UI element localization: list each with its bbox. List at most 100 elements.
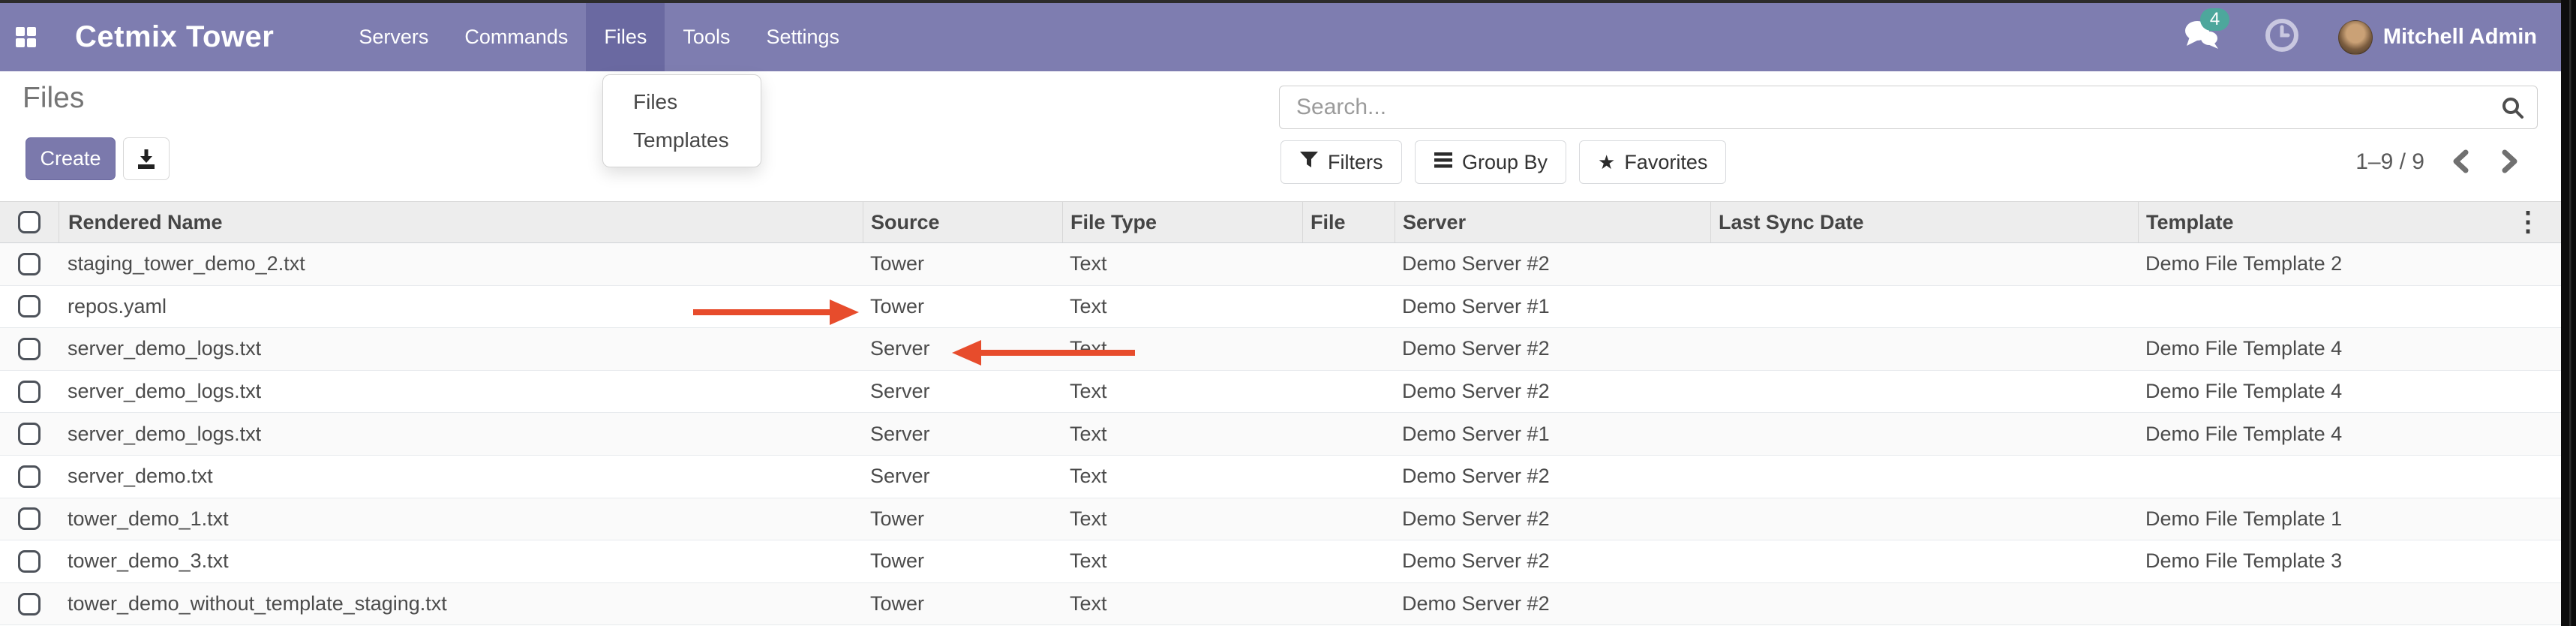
cell-source: Server — [863, 337, 1062, 360]
column-header-file_type[interactable]: File Type — [1062, 202, 1302, 242]
download-icon — [135, 148, 158, 170]
cell-file_type: Text — [1062, 295, 1302, 318]
messages-count-badge: 4 — [2200, 8, 2229, 31]
cell-name: server_demo_logs.txt — [59, 423, 863, 446]
cell-name: tower_demo_3.txt — [59, 549, 863, 573]
dropdown-item-templates[interactable]: Templates — [603, 121, 761, 159]
column-header-name[interactable]: Rendered Name — [59, 202, 863, 242]
cell-template: Demo File Template 4 — [2138, 423, 2561, 446]
row-checkbox[interactable] — [18, 253, 41, 275]
table-row[interactable]: tower_demo_1.txtTowerTextDemo Server #2D… — [0, 498, 2561, 541]
window-scrollbar-edge[interactable] — [2561, 0, 2576, 626]
cell-file_type: Text — [1062, 423, 1302, 446]
activities-icon[interactable] — [2265, 18, 2299, 56]
nav-item-files[interactable]: Files — [586, 3, 665, 71]
row-checkbox[interactable] — [18, 507, 41, 530]
table-row[interactable]: server_demo.txtServerTextDemo Server #2 — [0, 456, 2561, 498]
nav-item-servers[interactable]: Servers — [341, 3, 446, 71]
table-row[interactable]: repos.yamlTowerTextDemo Server #1 — [0, 286, 2561, 329]
apps-menu-icon[interactable] — [16, 27, 36, 47]
cell-name: server_demo_logs.txt — [59, 380, 863, 403]
cell-source: Tower — [863, 592, 1062, 615]
star-icon: ★ — [1598, 151, 1615, 174]
control-panel: Files Create Filters Group By ★ Favorites 1… — [0, 71, 2576, 201]
create-button[interactable]: Create — [26, 137, 116, 180]
export-button[interactable] — [123, 137, 170, 180]
row-checkbox[interactable] — [18, 381, 41, 403]
favorites-button[interactable]: ★ Favorites — [1579, 140, 1726, 184]
table-row[interactable]: server_demo_logs.txtServerTextDemo Serve… — [0, 371, 2561, 414]
main-menu: ServersCommandsFilesToolsSettings — [341, 3, 857, 71]
table-row[interactable]: server_demo_logs.txtServerTextDemo Serve… — [0, 328, 2561, 371]
row-checkbox-cell — [0, 295, 59, 318]
cell-template: Demo File Template 4 — [2138, 380, 2561, 403]
pager-previous-button[interactable] — [2447, 146, 2474, 179]
row-checkbox[interactable] — [18, 550, 41, 573]
cell-source: Tower — [863, 549, 1062, 573]
cell-file_type: Text — [1062, 380, 1302, 403]
row-checkbox-cell — [0, 338, 59, 360]
cell-template: Demo File Template 2 — [2138, 252, 2561, 275]
pager-range: 1–9 / 9 — [2355, 149, 2424, 175]
row-checkbox[interactable] — [18, 295, 41, 318]
app-brand[interactable]: Cetmix Tower — [75, 20, 274, 54]
cell-server: Demo Server #2 — [1395, 465, 1710, 488]
nav-item-tools[interactable]: Tools — [665, 3, 748, 71]
column-header-last_sync[interactable]: Last Sync Date — [1710, 202, 2138, 242]
cell-server: Demo Server #1 — [1395, 295, 1710, 318]
button-label: Filters — [1328, 151, 1383, 174]
dropdown-item-files[interactable]: Files — [603, 83, 761, 121]
top-navbar: Cetmix Tower ServersCommandsFilesToolsSe… — [0, 3, 2576, 71]
pager-next-button[interactable] — [2496, 146, 2523, 179]
column-header-file[interactable]: File — [1302, 202, 1395, 242]
row-checkbox-cell — [0, 381, 59, 403]
cell-file_type: Text — [1062, 337, 1302, 360]
row-checkbox-cell — [0, 550, 59, 573]
messages-icon[interactable]: 4 — [2182, 17, 2221, 57]
select-all-cell — [0, 202, 59, 242]
filters-button[interactable]: Filters — [1280, 140, 1402, 184]
cell-file_type: Text — [1062, 549, 1302, 573]
button-label: Favorites — [1624, 151, 1707, 174]
row-checkbox-cell — [0, 423, 59, 445]
cell-file_type: Text — [1062, 507, 1302, 531]
pager: 1–9 / 9 — [2355, 140, 2523, 184]
cell-name: repos.yaml — [59, 295, 863, 318]
funnel-icon — [1299, 150, 1319, 175]
column-header-source[interactable]: Source — [863, 202, 1062, 242]
select-all-checkbox[interactable] — [18, 211, 41, 233]
cell-name: staging_tower_demo_2.txt — [59, 252, 863, 275]
search-input[interactable] — [1279, 86, 2538, 129]
column-header-server[interactable]: Server — [1395, 202, 1710, 242]
cell-file_type: Text — [1062, 252, 1302, 275]
row-checkbox[interactable] — [18, 423, 41, 445]
user-avatar[interactable] — [2338, 20, 2373, 55]
table-header-row: Rendered NameSourceFile TypeFileServerLa… — [0, 201, 2561, 243]
cell-file_type: Text — [1062, 592, 1302, 615]
nav-item-settings[interactable]: Settings — [748, 3, 857, 71]
table-row[interactable]: tower_demo_without_template_staging.txtT… — [0, 583, 2561, 626]
group-by-button[interactable]: Group By — [1415, 140, 1566, 184]
table-row[interactable]: tower_demo_3.txtTowerTextDemo Server #2D… — [0, 540, 2561, 583]
column-header-template[interactable]: Template — [2138, 202, 2561, 242]
search-icon[interactable] — [2500, 95, 2526, 125]
row-checkbox[interactable] — [18, 465, 41, 488]
row-checkbox[interactable] — [18, 338, 41, 360]
cell-name: tower_demo_1.txt — [59, 507, 863, 531]
table-row[interactable]: staging_tower_demo_2.txtTowerTextDemo Se… — [0, 243, 2561, 286]
cell-source: Server — [863, 380, 1062, 403]
user-menu[interactable]: Mitchell Admin — [2383, 25, 2537, 50]
nav-item-commands[interactable]: Commands — [446, 3, 586, 71]
cell-source: Server — [863, 465, 1062, 488]
optional-columns-toggle-icon[interactable]: ⋮ — [2514, 208, 2541, 235]
table-row[interactable]: server_demo_logs.txtServerTextDemo Serve… — [0, 413, 2561, 456]
cell-template: Demo File Template 4 — [2138, 337, 2561, 360]
cell-template: Demo File Template 3 — [2138, 549, 2561, 573]
row-checkbox[interactable] — [18, 593, 41, 615]
cell-server: Demo Server #2 — [1395, 507, 1710, 531]
cell-template: Demo File Template 1 — [2138, 507, 2561, 531]
cell-name: tower_demo_without_template_staging.txt — [59, 592, 863, 615]
cell-file_type: Text — [1062, 465, 1302, 488]
button-label: Group By — [1462, 151, 1548, 174]
row-checkbox-cell — [0, 465, 59, 488]
